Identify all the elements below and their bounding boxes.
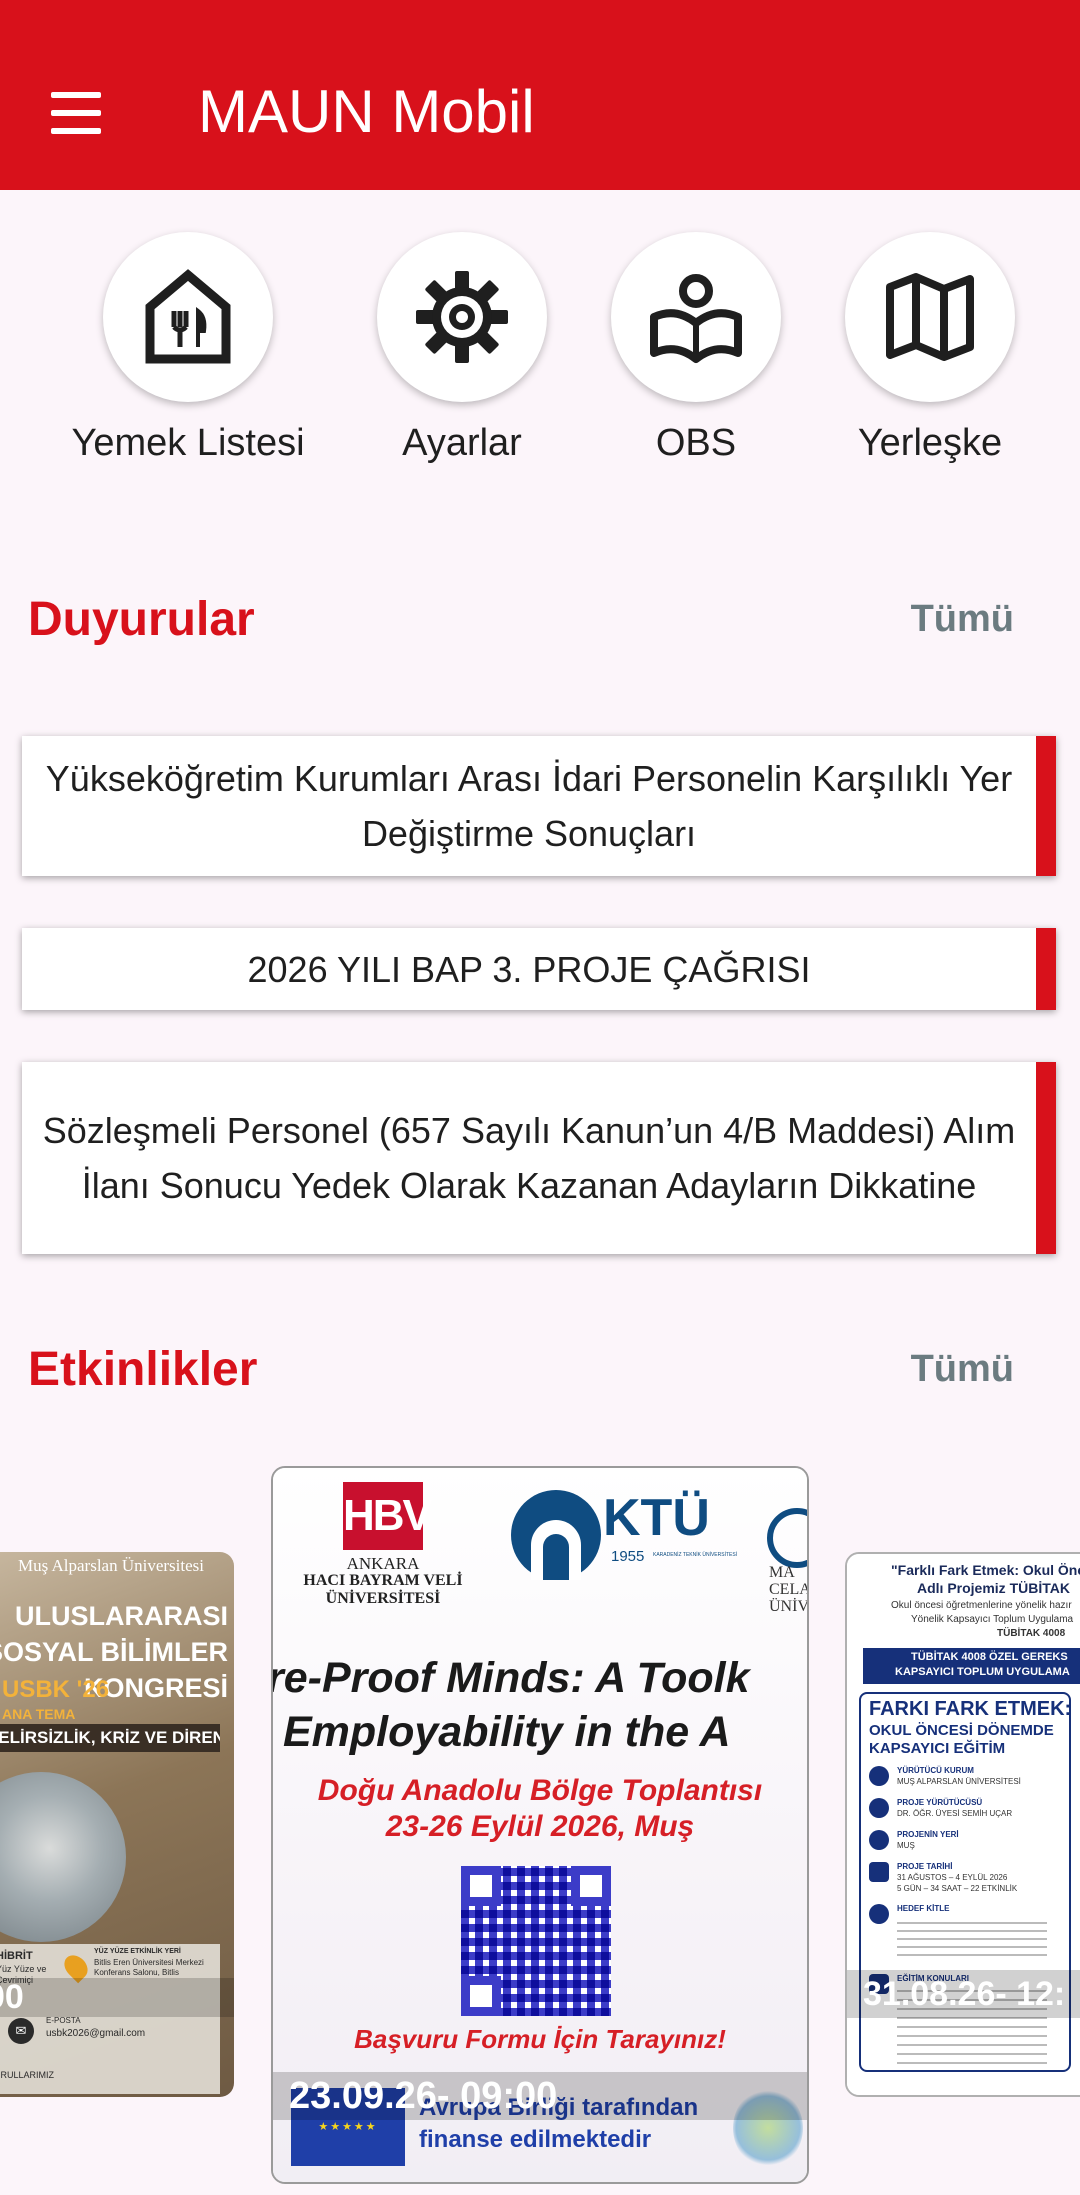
poster-main-title: OKUL ÖNCESİ DÖNEMDE [869,1722,1054,1739]
events-see-all-link[interactable]: Tümü [911,1348,1014,1391]
poster-headline: Employability in the A [283,1708,731,1756]
poster-row-value: 5 GÜN – 34 SAAT – 22 ETKİNLİK [897,1884,1018,1893]
hbv-logo: HBV [343,1482,432,1550]
app-bar: MAUN Mobil [0,0,1080,190]
poster-banner: TÜBİTAK 4008 ÖZEL GEREKS KAPSAYICI TOPLU… [863,1648,1080,1684]
poster-email: usbk2026@gmail.com [46,2028,146,2039]
poster-footer: KURULLARIMIZ [0,2070,55,2080]
poster-scan-note: Başvuru Formu İçin Tarayınız! [354,2024,726,2054]
announcement-item[interactable]: 2026 YILI BAP 3. PROJE ÇAĞRISI [22,928,1056,1010]
quick-action-settings-circle[interactable] [377,232,547,402]
poster-line: Yönelik Kapsayıcı Toplum Uygulama [911,1614,1074,1625]
event-date: 23.09.26- 09:00 [273,2072,807,2120]
announcement-text: Sözleşmeli Personel (657 Sayılı Kanun’un… [42,1110,1016,1206]
quick-action-campus[interactable]: Yerleşke [842,232,1018,464]
ktu-year: 1955 [611,1548,645,1565]
poster-row-title: PROJE YÜRÜTÜCÜSÜ [897,1798,983,1807]
poster-row-title: HEDEF KİTLE [897,1904,950,1913]
poster-university: Muş Alparslan Üniversitesi [17,1556,205,1575]
poster-row-value: 31 AĞUSTOS – 4 EYLÜL 2026 [897,1873,1008,1882]
poster-row-title: YÜRÜTÜCÜ KURUM [897,1766,974,1775]
announcement-item[interactable]: Yükseköğretim Kurumları Arası İdari Pers… [22,736,1056,876]
poster-venue: Bitlis Eren Üniversitesi Merkezi Konfera… [94,1958,204,1977]
event-card-left[interactable]: Muş Alparslan Üniversitesi ULUSLARARASI … [0,1552,234,2097]
announcement-item[interactable]: Sözleşmeli Personel (657 Sayılı Kanun’un… [22,1062,1056,1254]
gear-icon [416,271,508,363]
announcement-text: Yükseköğretim Kurumları Arası İdari Pers… [45,758,1013,854]
poster-email-label: E-POSTA [46,2016,81,2025]
poster-row-title: PROJE TARİHİ [897,1862,953,1871]
poster-format-title: HİBRİT [0,1950,33,1962]
poster-main-title: KAPSAYICI EĞİTİM [869,1740,1006,1757]
ktu-subtitle: KARADENİZ TEKNİK ÜNİVERSİTESİ [653,1552,738,1558]
announcements-title: Duyurular [28,593,255,646]
partial-logo [767,1508,807,1568]
quick-action-label: Yerleşke [857,422,1003,464]
poster-row-icon [869,1904,889,1924]
poster-venue-title: YÜZ YÜZE ETKİNLİK YERİ [94,1948,181,1955]
quick-action-obs[interactable]: OBS [608,232,784,464]
announcements-see-all-link[interactable]: Tümü [911,598,1014,641]
poster-line: TÜBİTAK 4008 [997,1628,1066,1639]
event-date: 31.08.26- 12: [847,1970,1080,2018]
poster-theme: BELİRSİZLİK, KRİZ VE DİRENÇLİLİK [0,1724,220,1752]
hbv-logo-text: HBV [343,1491,432,1540]
poster-row-icon [869,1830,889,1850]
poster-row-value: MUŞ ALPARSLAN ÜNİVERSİTESİ [897,1777,1021,1786]
poster-row-value: DR. ÖĞR. ÜYESİ SEMİH UÇAR [897,1809,1013,1818]
qr-code [461,1866,611,2016]
restaurant-menu-icon [145,269,231,364]
hbv-name-line: ÜNİVERSİTESİ [325,1590,441,1607]
app-title: MAUN Mobil [198,78,535,145]
poster-meeting-date: 23-26 Eylül 2026, Muş [385,1810,695,1843]
ktu-logo-text: KTÜ [603,1489,710,1547]
quick-action-menu-circle[interactable] [103,232,273,402]
poster-row-title: PROJENİN YERİ [897,1830,959,1839]
poster-info-panel: HİBRİT Yüz Yüze ve Çevrimiçi YÜZ YÜZE ET… [0,1944,220,2094]
email-icon: ✉ [8,2018,34,2044]
poster-row-value: MUŞ [897,1841,915,1850]
hbv-name-line: HACI BAYRAM VELİ [303,1572,463,1589]
poster-row-icon [869,1766,889,1786]
poster-meeting-title: Doğu Anadolu Bölge Toplantısı [317,1774,763,1807]
partial-logo-text: MA CELA ÜNİV [769,1564,809,1615]
menu-icon[interactable] [48,92,106,134]
poster-banner-line: TÜBİTAK 4008 ÖZEL GEREKS [911,1651,1068,1663]
student-book-icon [650,274,742,363]
events-title: Etkinlikler [28,1343,258,1396]
poster-row-icon [869,1862,889,1882]
poster-row-icon [869,1798,889,1818]
quick-action-menu[interactable]: Yemek Listesi [71,232,305,464]
announcement-text: 2026 YILI BAP 3. PROJE ÇAĞRISI [247,948,811,990]
ktu-logo [511,1490,601,1580]
event-card-center[interactable]: HBV ANKARA HACI BAYRAM VELİ ÜNİVERSİTESİ… [271,1466,809,2184]
poster-quote: Adlı Projemiz TÜBİTAK [917,1580,1070,1596]
poster-theme-label: ANA TEMA [2,1706,76,1722]
globe-illustration [0,1772,126,1942]
map-icon [886,273,974,361]
poster-headline: re-Proof Minds: A Toolk [271,1654,750,1702]
event-card-right[interactable]: "Farklı Fark Etmek: Okul Önce Adlı Proje… [845,1552,1080,2097]
poster-banner-line: KAPSAYICI TOPLUM UYGULAMA [895,1666,1070,1678]
poster-main-title: FARKI FARK ETMEK: [869,1698,1072,1720]
quick-action-campus-circle[interactable] [845,232,1015,402]
event-date: 00 [0,1978,234,2017]
quick-action-obs-circle[interactable] [611,232,781,402]
poster-year: USBK '26 [2,1676,110,1703]
poster-line: Okul öncesi öğretmenlerine yönelik hazır [891,1600,1072,1611]
poster-eu-line: finanse edilmektedir [419,2126,652,2153]
poster-filler-lines [897,1916,1047,1956]
poster-quote: "Farklı Fark Etmek: Okul Önce [891,1562,1080,1578]
quick-action-label: Yemek Listesi [71,422,305,464]
quick-action-settings[interactable]: Ayarlar [374,232,550,464]
hbv-name-line: ANKARA [346,1554,420,1573]
